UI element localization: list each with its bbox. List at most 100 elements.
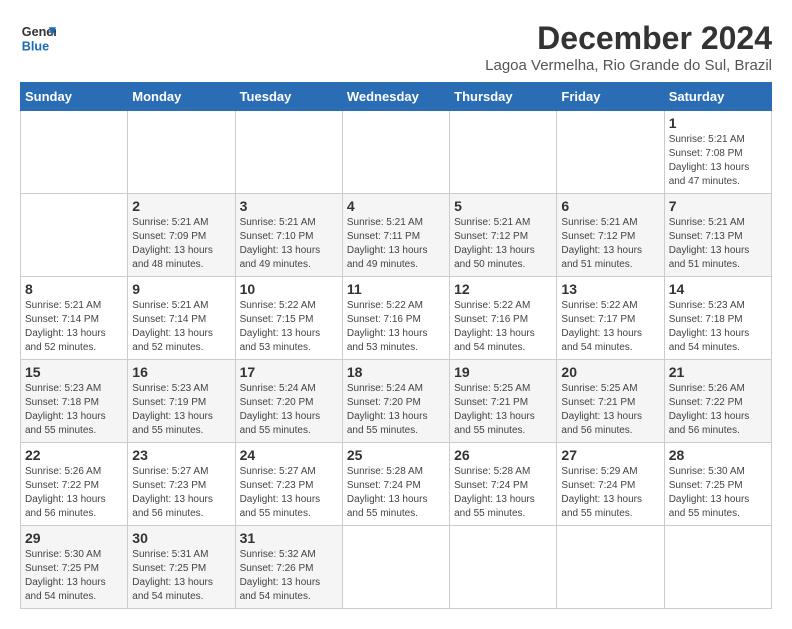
day-number: 20 [561, 364, 659, 380]
calendar-cell [235, 111, 342, 194]
day-detail: Sunrise: 5:21 AM Sunset: 7:12 PM Dayligh… [561, 216, 659, 272]
calendar-cell: 15 Sunrise: 5:23 AM Sunset: 7:18 PM Dayli… [21, 360, 128, 443]
title-area: December 2024 Lagoa Vermelha, Rio Grande… [485, 20, 772, 74]
day-detail: Sunrise: 5:27 AM Sunset: 7:23 PM Dayligh… [132, 465, 230, 521]
day-detail: Sunrise: 5:25 AM Sunset: 7:21 PM Dayligh… [561, 382, 659, 438]
day-number: 2 [132, 198, 230, 214]
calendar-cell: 2 Sunrise: 5:21 AM Sunset: 7:09 PM Daylig… [128, 194, 235, 277]
day-detail: Sunrise: 5:21 AM Sunset: 7:11 PM Dayligh… [347, 216, 445, 272]
calendar-cell: 14 Sunrise: 5:23 AM Sunset: 7:18 PM Dayli… [664, 277, 771, 360]
calendar-cell [342, 526, 449, 609]
day-number: 15 [25, 364, 123, 380]
day-detail: Sunrise: 5:22 AM Sunset: 7:16 PM Dayligh… [347, 299, 445, 355]
calendar-cell: 29Sunrise: 5:30 AM Sunset: 7:25 PM Dayli… [21, 526, 128, 609]
calendar-cell: 21 Sunrise: 5:26 AM Sunset: 7:22 PM Dayli… [664, 360, 771, 443]
day-detail: Sunrise: 5:24 AM Sunset: 7:20 PM Dayligh… [240, 382, 338, 438]
calendar-cell [450, 526, 557, 609]
calendar-cell: 24 Sunrise: 5:27 AM Sunset: 7:23 PM Dayli… [235, 443, 342, 526]
day-number: 11 [347, 281, 445, 297]
calendar-cell [21, 111, 128, 194]
day-detail: Sunrise: 5:23 AM Sunset: 7:18 PM Dayligh… [669, 299, 767, 355]
day-detail: Sunrise: 5:26 AM Sunset: 7:22 PM Dayligh… [25, 465, 123, 521]
day-number: 14 [669, 281, 767, 297]
day-detail: Sunrise: 5:22 AM Sunset: 7:16 PM Dayligh… [454, 299, 552, 355]
column-header-friday: Friday [557, 83, 664, 111]
day-detail: Sunrise: 5:21 AM Sunset: 7:13 PM Dayligh… [669, 216, 767, 272]
calendar-cell: 20 Sunrise: 5:25 AM Sunset: 7:21 PM Dayli… [557, 360, 664, 443]
column-header-wednesday: Wednesday [342, 83, 449, 111]
calendar-cell: 5Sunrise: 5:21 AM Sunset: 7:12 PM Daylig… [450, 194, 557, 277]
logo-icon: General Blue [20, 20, 56, 56]
calendar-cell [128, 111, 235, 194]
day-detail: Sunrise: 5:21 AM Sunset: 7:14 PM Dayligh… [132, 299, 230, 355]
day-number: 6 [561, 198, 659, 214]
day-detail: Sunrise: 5:22 AM Sunset: 7:17 PM Dayligh… [561, 299, 659, 355]
day-number: 21 [669, 364, 767, 380]
calendar-cell: 18Sunrise: 5:24 AM Sunset: 7:20 PM Dayli… [342, 360, 449, 443]
calendar-cell [664, 526, 771, 609]
calendar-cell: 8 Sunrise: 5:21 AM Sunset: 7:14 PM Daylig… [21, 277, 128, 360]
day-number: 22 [25, 447, 123, 463]
day-number: 4 [347, 198, 445, 214]
calendar-cell [21, 194, 128, 277]
day-detail: Sunrise: 5:27 AM Sunset: 7:23 PM Dayligh… [240, 465, 338, 521]
calendar-cell: 28 Sunrise: 5:30 AM Sunset: 7:25 PM Dayli… [664, 443, 771, 526]
calendar-cell: 31 Sunrise: 5:32 AM Sunset: 7:26 PM Dayli… [235, 526, 342, 609]
day-detail: Sunrise: 5:23 AM Sunset: 7:18 PM Dayligh… [25, 382, 123, 438]
calendar-cell: 16 Sunrise: 5:23 AM Sunset: 7:19 PM Dayli… [128, 360, 235, 443]
column-header-monday: Monday [128, 83, 235, 111]
logo: General Blue [20, 20, 56, 56]
day-detail: Sunrise: 5:30 AM Sunset: 7:25 PM Dayligh… [25, 548, 123, 604]
calendar-cell: 30 Sunrise: 5:31 AM Sunset: 7:25 PM Dayli… [128, 526, 235, 609]
calendar-cell [342, 111, 449, 194]
calendar-week-row: 1Sunrise: 5:21 AM Sunset: 7:08 PM Daylig… [21, 111, 772, 194]
calendar-week-row: 29Sunrise: 5:30 AM Sunset: 7:25 PM Dayli… [21, 526, 772, 609]
page-header: General Blue December 2024 Lagoa Vermelh… [20, 20, 772, 74]
calendar-cell: 10 Sunrise: 5:22 AM Sunset: 7:15 PM Dayli… [235, 277, 342, 360]
day-number: 31 [240, 530, 338, 546]
calendar-table: SundayMondayTuesdayWednesdayThursdayFrid… [20, 82, 772, 609]
day-detail: Sunrise: 5:32 AM Sunset: 7:26 PM Dayligh… [240, 548, 338, 604]
day-number: 10 [240, 281, 338, 297]
day-number: 3 [240, 198, 338, 214]
calendar-cell: 22 Sunrise: 5:26 AM Sunset: 7:22 PM Dayli… [21, 443, 128, 526]
day-detail: Sunrise: 5:29 AM Sunset: 7:24 PM Dayligh… [561, 465, 659, 521]
day-number: 12 [454, 281, 552, 297]
day-detail: Sunrise: 5:31 AM Sunset: 7:25 PM Dayligh… [132, 548, 230, 604]
calendar-cell: 9Sunrise: 5:21 AM Sunset: 7:14 PM Daylig… [128, 277, 235, 360]
calendar-cell: 19Sunrise: 5:25 AM Sunset: 7:21 PM Dayli… [450, 360, 557, 443]
day-detail: Sunrise: 5:25 AM Sunset: 7:21 PM Dayligh… [454, 382, 552, 438]
calendar-cell: 25 Sunrise: 5:28 AM Sunset: 7:24 PM Dayli… [342, 443, 449, 526]
calendar-cell: 3 Sunrise: 5:21 AM Sunset: 7:10 PM Daylig… [235, 194, 342, 277]
day-detail: Sunrise: 5:28 AM Sunset: 7:24 PM Dayligh… [347, 465, 445, 521]
calendar-week-row: 15 Sunrise: 5:23 AM Sunset: 7:18 PM Dayli… [21, 360, 772, 443]
calendar-cell: 7Sunrise: 5:21 AM Sunset: 7:13 PM Daylig… [664, 194, 771, 277]
day-number: 27 [561, 447, 659, 463]
day-detail: Sunrise: 5:23 AM Sunset: 7:19 PM Dayligh… [132, 382, 230, 438]
day-number: 30 [132, 530, 230, 546]
day-detail: Sunrise: 5:21 AM Sunset: 7:12 PM Dayligh… [454, 216, 552, 272]
calendar-cell [450, 111, 557, 194]
day-detail: Sunrise: 5:24 AM Sunset: 7:20 PM Dayligh… [347, 382, 445, 438]
day-number: 28 [669, 447, 767, 463]
day-number: 16 [132, 364, 230, 380]
calendar-cell: 11 Sunrise: 5:22 AM Sunset: 7:16 PM Dayli… [342, 277, 449, 360]
day-detail: Sunrise: 5:21 AM Sunset: 7:14 PM Dayligh… [25, 299, 123, 355]
calendar-cell: 13Sunrise: 5:22 AM Sunset: 7:17 PM Dayli… [557, 277, 664, 360]
day-number: 25 [347, 447, 445, 463]
calendar-cell: 1Sunrise: 5:21 AM Sunset: 7:08 PM Daylig… [664, 111, 771, 194]
day-detail: Sunrise: 5:22 AM Sunset: 7:15 PM Dayligh… [240, 299, 338, 355]
day-detail: Sunrise: 5:28 AM Sunset: 7:24 PM Dayligh… [454, 465, 552, 521]
calendar-week-row: 22 Sunrise: 5:26 AM Sunset: 7:22 PM Dayli… [21, 443, 772, 526]
day-number: 8 [25, 281, 123, 297]
day-detail: Sunrise: 5:30 AM Sunset: 7:25 PM Dayligh… [669, 465, 767, 521]
page-subtitle: Lagoa Vermelha, Rio Grande do Sul, Brazi… [485, 57, 772, 74]
calendar-cell: 6 Sunrise: 5:21 AM Sunset: 7:12 PM Daylig… [557, 194, 664, 277]
calendar-cell: 26Sunrise: 5:28 AM Sunset: 7:24 PM Dayli… [450, 443, 557, 526]
column-header-thursday: Thursday [450, 83, 557, 111]
day-detail: Sunrise: 5:21 AM Sunset: 7:09 PM Dayligh… [132, 216, 230, 272]
day-detail: Sunrise: 5:21 AM Sunset: 7:10 PM Dayligh… [240, 216, 338, 272]
day-detail: Sunrise: 5:26 AM Sunset: 7:22 PM Dayligh… [669, 382, 767, 438]
calendar-cell [557, 526, 664, 609]
day-number: 24 [240, 447, 338, 463]
